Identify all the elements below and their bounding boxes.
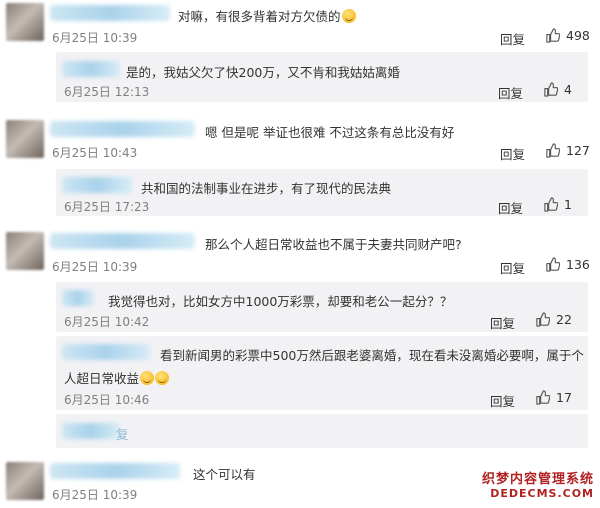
thumb-up-icon: [546, 143, 560, 158]
like-count: 1: [564, 197, 572, 212]
reply-text: 共和国的法制事业在进步，有了现代的民法典: [141, 181, 392, 196]
watermark-line-1: 织梦内容管理系统: [481, 472, 594, 487]
username-blurred[interactable]: [50, 463, 180, 479]
comment-text-content: 对嘛，有很多背着对方欠债的: [178, 9, 341, 24]
reply-item-4: 看到新闻男的彩票中500万然后跟老婆离婚，现在看未没离婚必要啊，属于个 人超日常…: [56, 336, 588, 410]
reply-button[interactable]: 回复: [498, 83, 523, 102]
username-blurred[interactable]: [62, 61, 120, 77]
reply-text-line-2-content: 人超日常收益: [64, 371, 140, 386]
username-blurred[interactable]: [62, 423, 120, 439]
reply-time: 6月25日 10:46: [64, 393, 150, 407]
like-button[interactable]: 4: [543, 82, 572, 97]
thumb-up-icon: [544, 82, 558, 97]
reply-button[interactable]: 回复: [500, 144, 525, 163]
like-button[interactable]: 17: [535, 390, 572, 405]
like-count: 22: [556, 312, 572, 327]
thumb-up-icon: [536, 312, 550, 327]
laugh-tears-icon: [155, 371, 170, 385]
reply-text: 复: [116, 427, 129, 442]
thumb-up-icon: [546, 257, 560, 272]
reply-item-2: 共和国的法制事业在进步，有了现代的民法典 6月25日 17:23 回复 1: [56, 169, 588, 216]
username-blurred[interactable]: [62, 290, 94, 306]
like-button[interactable]: 127: [545, 143, 590, 158]
reply-item-1: 是的，我姑父欠了快200万，又不肯和我姑姑离婚 6月25日 12:13 回复 4: [56, 52, 588, 102]
like-button[interactable]: 22: [535, 312, 572, 327]
like-button[interactable]: 1: [543, 197, 572, 212]
comment-text: 嗯 但是呢 举证也很难 不过这条有总比没有好: [205, 125, 455, 140]
like-count: 4: [564, 82, 572, 97]
reply-text: 我觉得也对，比如女方中1000万彩票，却要和老公一起分？？: [108, 294, 453, 309]
reply-button[interactable]: 回复: [498, 198, 523, 217]
like-button[interactable]: 498: [545, 28, 590, 43]
reply-text-line-2: 人超日常收益: [64, 368, 170, 387]
like-count: 17: [556, 390, 572, 405]
username-blurred[interactable]: [50, 121, 195, 137]
reply-time: 6月25日 12:13: [64, 85, 150, 99]
like-count: 498: [566, 28, 590, 43]
thumb-up-icon: [546, 28, 560, 43]
avatar[interactable]: [6, 462, 44, 500]
avatar[interactable]: [6, 232, 44, 270]
like-count: 127: [566, 143, 590, 158]
smile-icon: [341, 9, 356, 23]
like-count: 136: [566, 257, 590, 272]
username-blurred[interactable]: [50, 5, 170, 21]
avatar[interactable]: [6, 120, 44, 158]
reply-button[interactable]: 回复: [500, 29, 525, 48]
username-blurred[interactable]: [62, 344, 150, 360]
reply-time: 6月25日 10:42: [64, 315, 150, 329]
comment-text: 那么个人超日常收益也不属于夫妻共同财产吧?: [205, 237, 462, 252]
like-button[interactable]: 136: [545, 257, 590, 272]
username-blurred[interactable]: [50, 233, 195, 249]
reply-text: 是的，我姑父欠了快200万，又不肯和我姑姑离婚: [126, 65, 400, 80]
comment-time: 6月25日 10:43: [52, 146, 138, 160]
thumb-up-icon: [544, 197, 558, 212]
comment-text: 这个可以有: [193, 467, 256, 482]
reply-text-line-1: 看到新闻男的彩票中500万然后跟老婆离婚，现在看未没离婚必要啊，属于个: [160, 348, 584, 363]
comment-time: 6月25日 10:39: [52, 260, 138, 274]
reply-item-3: 我觉得也对，比如女方中1000万彩票，却要和老公一起分？？ 6月25日 10:4…: [56, 282, 588, 332]
comment-time: 6月25日 10:39: [52, 488, 138, 502]
site-watermark: 织梦内容管理系统 DEDECMS.COM: [482, 468, 594, 500]
thumb-up-icon: [536, 390, 550, 405]
reply-button[interactable]: 回复: [490, 313, 515, 332]
comment-time: 6月25日 10:39: [52, 31, 138, 45]
comment-text: 对嘛，有很多背着对方欠债的: [178, 6, 356, 25]
reply-item-5: 复: [56, 414, 588, 448]
watermark-line-2: DEDECMS.COM: [490, 487, 594, 500]
reply-button[interactable]: 回复: [500, 258, 525, 277]
reply-button[interactable]: 回复: [490, 391, 515, 410]
username-blurred[interactable]: [62, 177, 132, 193]
laugh-tears-icon: [140, 371, 155, 385]
reply-time: 6月25日 17:23: [64, 200, 150, 214]
avatar[interactable]: [6, 3, 44, 41]
